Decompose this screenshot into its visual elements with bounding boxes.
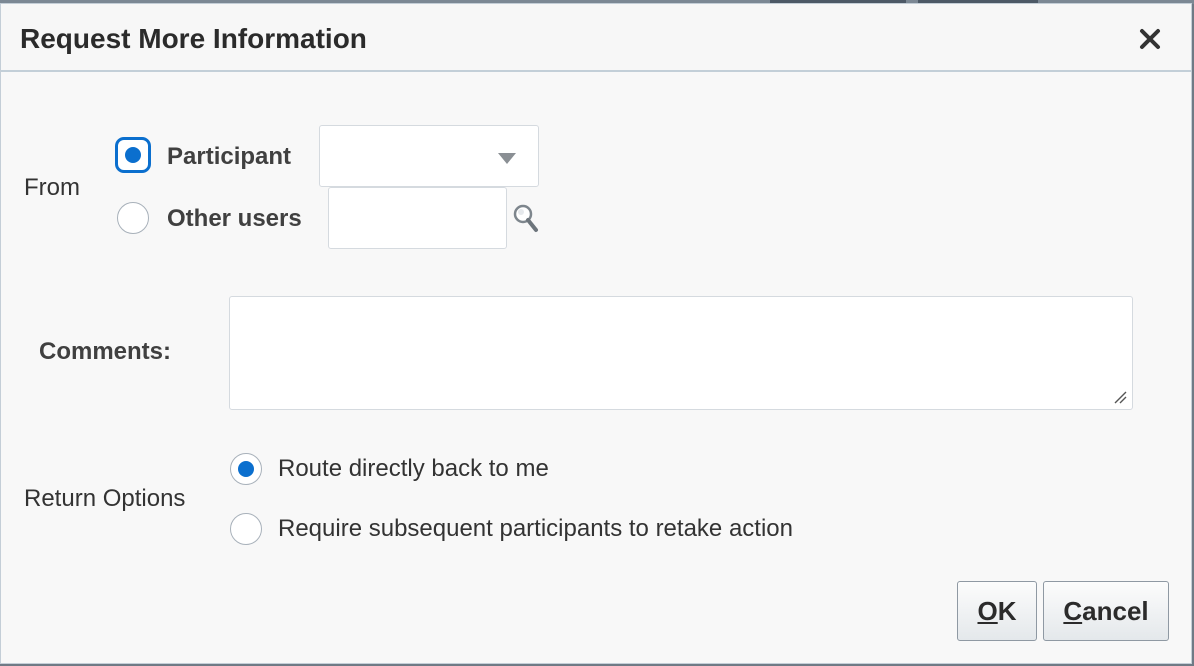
participant-select[interactable] [319,125,539,187]
resize-handle-icon[interactable] [1112,389,1128,405]
route-back-radio[interactable] [230,453,262,485]
comments-label: Comments: [39,338,172,365]
search-icon [513,204,538,232]
comments-textarea[interactable] [229,296,1133,410]
ok-mnemonic: O [977,595,998,626]
dialog-titlebar: Request More Information [1,4,1191,72]
participant-label[interactable]: Participant [167,143,291,171]
other-users-input[interactable] [328,187,507,249]
close-icon [1140,29,1160,49]
cancel-mnemonic: C [1063,595,1083,626]
ok-button[interactable]: OK [957,581,1037,641]
close-button[interactable] [1135,24,1167,56]
other-users-label[interactable]: Other users [167,205,302,233]
ok-label-rest: K [997,595,1017,626]
chevron-down-icon [498,153,516,164]
return-options-label: Return Options [24,485,186,512]
route-back-label[interactable]: Route directly back to me [278,455,549,483]
from-label: From [24,174,80,201]
search-button[interactable] [512,202,542,238]
dialog-title: Request More Information [20,23,367,54]
retake-action-label[interactable]: Require subsequent participants to retak… [278,515,793,543]
participant-radio[interactable] [115,137,151,173]
cancel-button[interactable]: Cancel [1043,581,1169,641]
retake-action-radio[interactable] [230,513,262,545]
other-users-radio[interactable] [117,202,149,234]
request-more-information-dialog: Request More Information From Participan… [0,3,1192,664]
cancel-label-rest: ancel [1082,595,1149,626]
